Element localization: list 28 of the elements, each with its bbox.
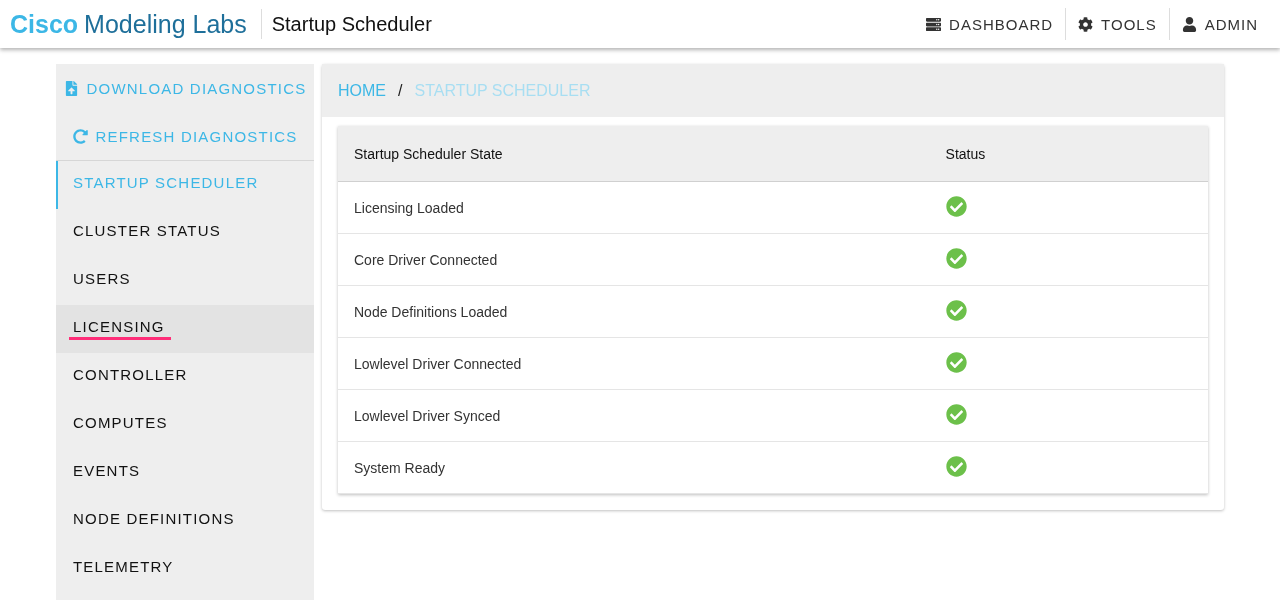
- sidebar-item[interactable]: CONTROLLER: [56, 353, 314, 401]
- sidebar-item[interactable]: COMPUTES: [56, 401, 314, 449]
- table-cell: Lowlevel Driver Synced: [338, 389, 930, 442]
- column-header: Startup Scheduler State: [338, 126, 930, 182]
- brand-logo[interactable]: Cisco Modeling Labs: [10, 9, 247, 39]
- breadcrumb-current: STARTUP SCHEDULER: [414, 81, 591, 100]
- user-icon: [1181, 16, 1197, 32]
- sidebar-item[interactable]: NODE DEFINITIONS: [56, 497, 314, 545]
- table-cell: Licensing Loaded: [338, 181, 930, 234]
- table-cell: Node Definitions Loaded: [338, 285, 930, 338]
- menu-button[interactable]: DASHBOARD: [914, 8, 1066, 40]
- page-title: Startup Scheduler: [260, 9, 432, 39]
- table-cell: Core Driver Connected: [338, 233, 930, 286]
- sidebar-item[interactable]: CLUSTER STATUS: [56, 209, 314, 257]
- menu-button[interactable]: ADMIN: [1168, 8, 1270, 40]
- menu-button[interactable]: TOOLS: [1065, 8, 1169, 40]
- sidebar-item[interactable]: TELEMETRY: [56, 545, 314, 593]
- table-cell: Lowlevel Driver Connected: [338, 337, 930, 390]
- sidebar-item[interactable]: LICENSING: [56, 305, 314, 353]
- file-upload-icon: [63, 80, 79, 96]
- sidebar-item[interactable]: USERS: [56, 257, 314, 305]
- column-header: Status: [929, 126, 1208, 182]
- server-icon: [926, 16, 942, 32]
- refresh-icon: [72, 128, 88, 144]
- settings-icon: [1078, 16, 1094, 32]
- sidebar-item[interactable]: EVENTS: [56, 449, 314, 497]
- table-cell: System Ready: [338, 441, 930, 494]
- breadcrumb-separator: /: [398, 81, 403, 100]
